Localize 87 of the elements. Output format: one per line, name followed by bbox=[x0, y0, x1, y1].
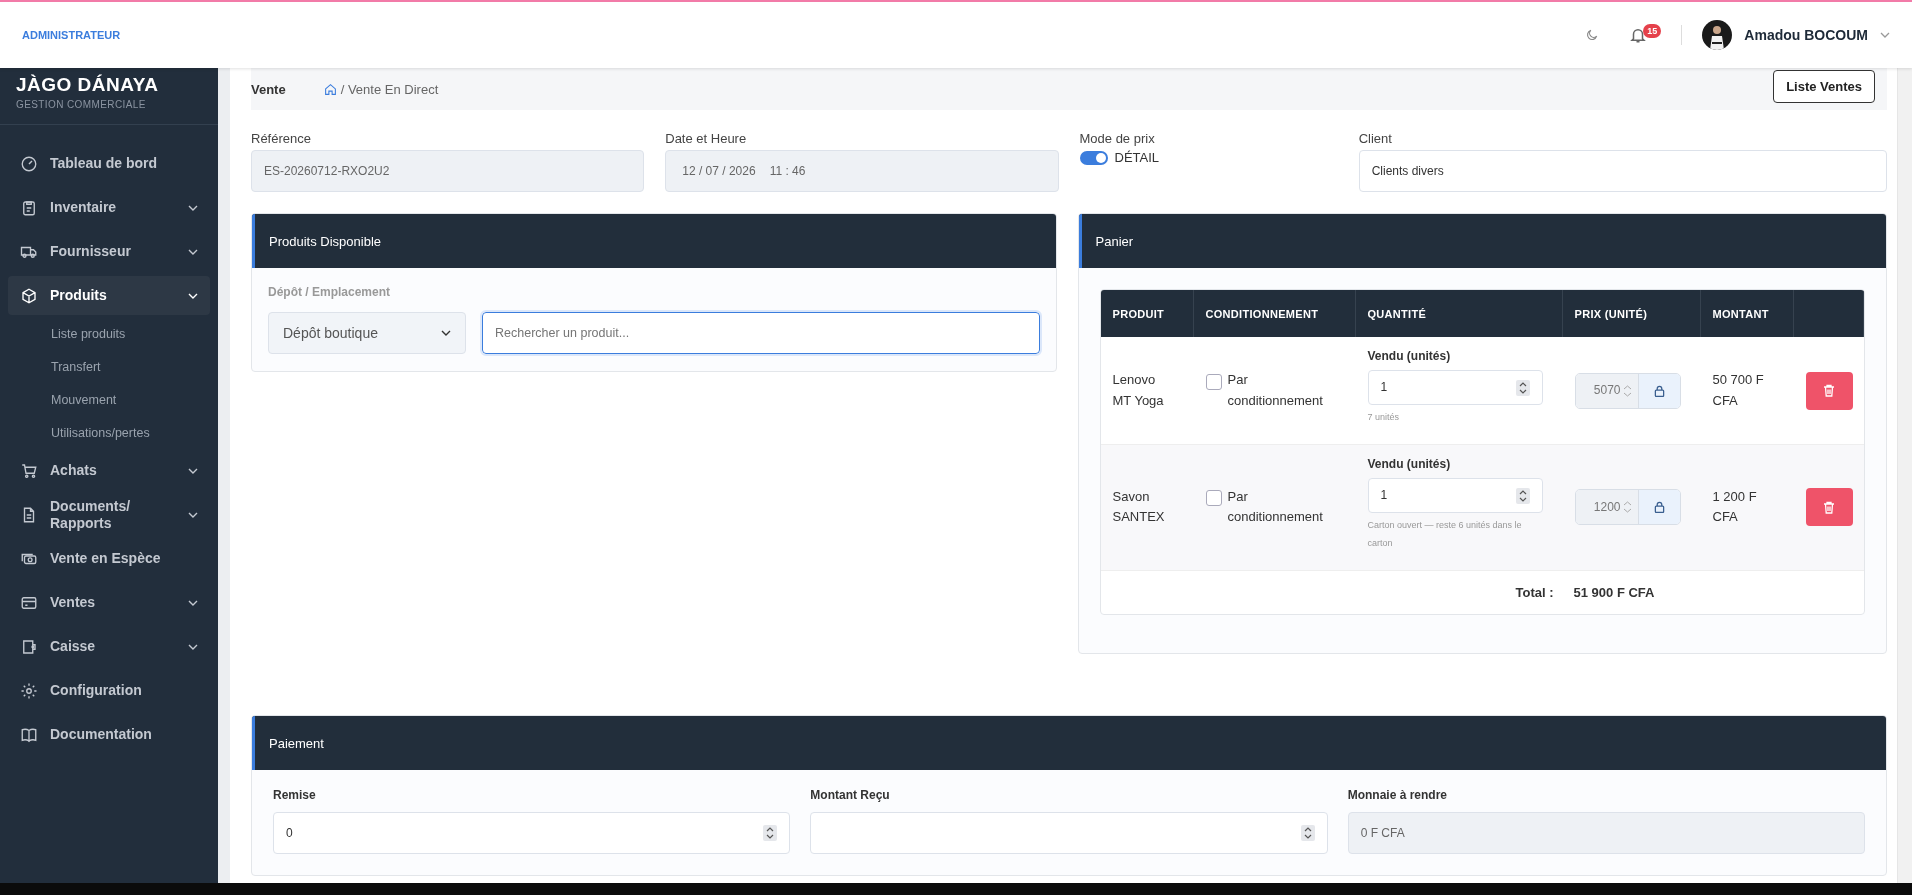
column-header: CONDITIONNEMENT bbox=[1193, 290, 1356, 337]
product-name: Savon SANTEX bbox=[1112, 487, 1166, 527]
checkbox-label: Par conditionnement bbox=[1227, 487, 1324, 527]
quantity-hint: 7 unités bbox=[1367, 411, 1401, 425]
field-label: Client bbox=[1358, 131, 1393, 146]
notification-badge: 15 bbox=[1643, 24, 1662, 38]
sidebar-item[interactable]: Documentation bbox=[8, 713, 210, 757]
spinner-icon[interactable] bbox=[1515, 379, 1530, 396]
checkbox-label: Par conditionnement bbox=[1227, 370, 1324, 410]
toggle-label: DÉTAIL bbox=[1114, 150, 1160, 165]
sidebar-item[interactable]: Tableau de bord bbox=[8, 142, 210, 186]
brand-name: JÀGO DÁNAYA bbox=[15, 74, 160, 96]
panel-title: Paiement bbox=[269, 735, 324, 751]
amount: 50 700 F CFA bbox=[1712, 370, 1765, 410]
home-icon[interactable] bbox=[323, 82, 337, 96]
field-label: Vendu (unités) bbox=[1367, 348, 1452, 365]
field-label: Remise bbox=[273, 788, 317, 802]
sidebar-item[interactable]: Fournisseur bbox=[8, 230, 210, 274]
sidebar-item[interactable]: Documents/ Rapports bbox=[8, 493, 210, 537]
bell-icon[interactable] bbox=[1629, 26, 1648, 44]
column-header: PRODUIT bbox=[1100, 290, 1194, 337]
total-label: Total : bbox=[1515, 584, 1554, 600]
user-name[interactable]: Amadou BOCOUM bbox=[1744, 27, 1868, 43]
amount: 1 200 F CFA bbox=[1712, 487, 1758, 527]
field-label: Référence bbox=[251, 131, 312, 146]
search-field[interactable]: Rechercher un produit... bbox=[482, 312, 1040, 354]
field-label: Date et Heure bbox=[665, 131, 748, 146]
quantity-field[interactable]: 1 bbox=[1367, 370, 1543, 406]
toggle-switch[interactable] bbox=[1079, 150, 1108, 165]
menu-item-icon bbox=[20, 462, 38, 480]
quantity-hint: Carton ouvert — reste 6 unités dans le carton bbox=[1367, 519, 1523, 550]
menu-item-icon bbox=[20, 286, 38, 305]
product-name: Lenovo MT Yoga bbox=[1112, 370, 1165, 410]
page-title: Vente bbox=[251, 81, 286, 97]
menu-item-icon bbox=[20, 726, 38, 744]
reference-field[interactable]: ES-20260712-RXO2U2 bbox=[251, 150, 645, 192]
list-sales-button[interactable]: Liste Ventes bbox=[1773, 69, 1875, 103]
trash-icon bbox=[1823, 500, 1835, 514]
field-label: Mode de prix bbox=[1079, 131, 1156, 146]
role-label: ADMINISTRATEUR bbox=[22, 29, 121, 41]
checkbox[interactable] bbox=[1205, 373, 1222, 390]
column-header: PRIX (UNITÉ) bbox=[1562, 290, 1701, 337]
checkbox[interactable] bbox=[1205, 490, 1222, 507]
amount-field[interactable]: 0 bbox=[273, 812, 791, 854]
spinner-icon[interactable] bbox=[1300, 825, 1315, 841]
column-header: QUANTITÉ bbox=[1355, 290, 1563, 337]
menu-item-icon bbox=[20, 682, 38, 700]
amount-field[interactable] bbox=[810, 812, 1328, 854]
panel-title: Panier bbox=[1095, 233, 1134, 249]
client-field[interactable]: Clients divers bbox=[1358, 150, 1887, 192]
delete-button[interactable] bbox=[1805, 371, 1853, 410]
quantity-field[interactable]: 1 bbox=[1367, 478, 1543, 514]
sidebar-item[interactable]: Vente en Espèce bbox=[8, 537, 210, 581]
total-value: 51 900 F CFA bbox=[1573, 584, 1655, 600]
chevron-down-icon bbox=[441, 328, 451, 338]
field-label: Montant Reçu bbox=[810, 788, 891, 802]
scrollbar-track[interactable] bbox=[1897, 68, 1912, 883]
chevron-down-icon[interactable] bbox=[1880, 30, 1890, 40]
sidebar-item[interactable]: Configuration bbox=[8, 669, 210, 713]
moon-icon[interactable] bbox=[1585, 28, 1600, 42]
menu-item-icon bbox=[20, 594, 38, 612]
panel-title: Produits Disponible bbox=[269, 233, 381, 249]
spinner-icon[interactable] bbox=[1515, 487, 1530, 504]
sidebar-item[interactable]: Inventaire bbox=[8, 186, 210, 230]
sidebar-item[interactable]: Caisse bbox=[8, 625, 210, 669]
sidebar-item[interactable]: Achats bbox=[8, 449, 210, 493]
field-label: Dépôt / Emplacement bbox=[268, 285, 392, 299]
field-label: Vendu (unités) bbox=[1367, 456, 1452, 474]
brand-subtitle: GESTION COMMERCIALE bbox=[15, 98, 147, 110]
trash-icon bbox=[1823, 384, 1835, 398]
submenu-item[interactable]: Transfert bbox=[8, 350, 210, 383]
sidebar-item[interactable]: Produits bbox=[8, 276, 210, 315]
depot-select[interactable]: Dépôt boutique bbox=[268, 312, 466, 354]
menu-item-icon bbox=[20, 199, 38, 217]
delete-button[interactable] bbox=[1805, 488, 1853, 527]
submenu-item[interactable]: Utilisations/pertes bbox=[8, 416, 210, 449]
menu-item-icon bbox=[20, 638, 38, 656]
menu-item-icon bbox=[20, 155, 38, 173]
submenu-item[interactable]: Mouvement bbox=[8, 383, 210, 416]
spinner-icon[interactable] bbox=[763, 825, 778, 841]
breadcrumb-path: / Vente En Direct bbox=[340, 81, 439, 97]
datetime-field[interactable]: 12 / 07 / 2026 11 : 46 bbox=[665, 150, 1059, 192]
change-field[interactable]: 0 F CFA bbox=[1347, 812, 1865, 854]
submenu-item[interactable]: Liste produits bbox=[8, 317, 210, 350]
sidebar-item[interactable]: Ventes bbox=[8, 581, 210, 625]
field-label: Monnaie à rendre bbox=[1347, 788, 1448, 802]
column-header: MONTANT bbox=[1700, 290, 1794, 337]
